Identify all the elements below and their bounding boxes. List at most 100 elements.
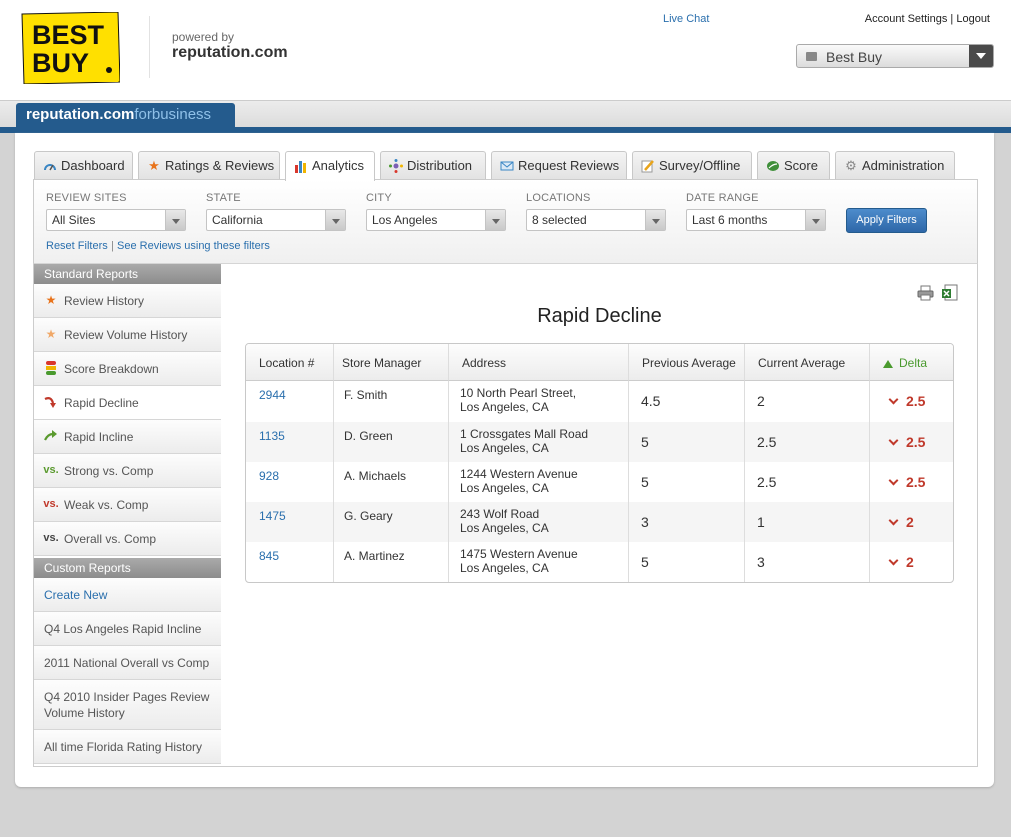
column-header-store-manager[interactable]: Store Manager [334,344,449,381]
sidebar-item-rapid-incline[interactable]: Rapid Incline [34,420,221,454]
sidebar-item-review-history[interactable]: ★ Review History [34,284,221,318]
address-line-2: Los Angeles, CA [460,400,549,414]
column-header-current-average[interactable]: Current Average [745,344,870,381]
distribution-icon [389,159,403,173]
custom-report-item[interactable]: Q4 Los Angeles Rapid Incline [34,612,221,646]
print-icon[interactable] [917,285,934,301]
state-select[interactable]: California [206,209,346,231]
sidebar-item-label: Review History [64,294,145,308]
account-settings-link[interactable]: Account Settings [865,13,948,25]
address-line-1: 1475 Western Avenue [460,547,578,561]
chevron-down-icon [888,435,899,446]
vs-weak-icon: vs. [43,498,59,510]
column-header-previous-average[interactable]: Previous Average [629,344,745,381]
powered-by-label: powered by [172,30,235,44]
pencil-icon [641,159,655,173]
tab-dashboard[interactable]: Dashboard [34,151,133,180]
sidebar-item-review-volume-history[interactable]: ★ Review Volume History [34,318,221,352]
logout-link[interactable]: Logout [956,13,990,25]
delta-value: 2.5 [906,434,926,450]
location-link[interactable]: 928 [246,462,334,502]
gear-icon: ⚙ [845,158,857,173]
column-header-location[interactable]: Location # [246,344,334,381]
previous-average-cell: 5 [629,422,745,462]
date-range-select[interactable]: Last 6 months [686,209,826,231]
decline-arrow-icon [44,395,58,409]
live-chat-link[interactable]: Live Chat [663,13,709,25]
see-reviews-link[interactable]: See Reviews using these filters [117,240,270,252]
custom-report-item[interactable]: All time Florida Rating History [34,730,221,764]
tab-survey-offline[interactable]: Survey/Offline [632,151,752,180]
table-row: 928 A. Michaels 1244 Western Avenue Los Ang… [246,462,953,502]
store-manager-cell: A. Martinez [334,542,449,582]
previous-average-cell: 5 [629,462,745,502]
sidebar-item-score-breakdown[interactable]: Score Breakdown [34,352,221,386]
date-range-value: Last 6 months [692,213,768,227]
report-table: Location # Store Manager Address Previou… [245,343,954,583]
tab-distribution[interactable]: Distribution [380,151,486,180]
best-buy-logo[interactable]: BEST BUY [18,12,120,84]
excel-export-icon[interactable] [941,284,959,302]
incline-arrow-icon [44,429,58,443]
delta-value: 2 [906,514,914,530]
delta-value: 2 [906,554,914,570]
score-leaf-icon [766,159,780,173]
chevron-down-icon [888,475,899,486]
sidebar-item-label: Rapid Decline [64,396,139,410]
chevron-down-icon[interactable] [969,45,993,67]
create-new-report-link[interactable]: Create New [34,578,221,612]
review-sites-select[interactable]: All Sites [46,209,186,231]
delta-value: 2.5 [906,393,926,409]
chevron-down-icon [888,515,899,526]
address-line-2: Los Angeles, CA [460,561,549,575]
sidebar-item-label: Rapid Incline [64,430,134,444]
location-link[interactable]: 845 [246,542,334,582]
store-manager-cell: A. Michaels [334,462,449,502]
business-select[interactable]: Best Buy [796,44,994,68]
tab-score[interactable]: Score [757,151,830,180]
tab-analytics[interactable]: Analytics [285,151,375,181]
header-divider [149,16,150,78]
tab-label: Dashboard [61,158,125,173]
delta-cell: 2.5 [870,462,953,502]
chevron-down-icon[interactable] [645,210,665,230]
column-header-delta[interactable]: Delta [870,344,953,381]
sidebar-item-weak-vs-comp[interactable]: vs. Weak vs. Comp [34,488,221,522]
account-links-separator: | [950,13,954,25]
delta-value: 2.5 [906,474,926,490]
tab-ratings-reviews[interactable]: ★ Ratings & Reviews [138,151,280,180]
apply-filters-button[interactable]: Apply Filters [846,208,927,233]
location-link[interactable]: 2944 [246,381,334,422]
sidebar-item-overall-vs-comp[interactable]: vs. Overall vs. Comp [34,522,221,556]
current-average-cell: 2.5 [745,462,870,502]
sidebar-item-label: Review Volume History [64,328,188,342]
chevron-down-icon[interactable] [325,210,345,230]
store-manager-cell: D. Green [334,422,449,462]
custom-reports-header: Custom Reports [34,558,221,578]
address-line-1: 10 North Pearl Street, [460,386,577,400]
reputation-wordmark: reputation.com [172,44,288,61]
sidebar-item-strong-vs-comp[interactable]: vs. Strong vs. Comp [34,454,221,488]
locations-value: 8 selected [532,213,587,227]
reset-filters-link[interactable]: Reset Filters [46,240,108,252]
tab-label: Score [784,158,818,173]
address-cell: 1244 Western Avenue Los Angeles, CA [449,462,629,502]
chevron-down-icon[interactable] [165,210,185,230]
location-link[interactable]: 1475 [246,502,334,542]
column-header-address[interactable]: Address [449,344,629,381]
location-link[interactable]: 1135 [246,422,334,462]
tab-request-reviews[interactable]: Request Reviews [491,151,627,180]
table-row: 845 A. Martinez 1475 Western Avenue Los Ang… [246,542,953,582]
chevron-down-icon[interactable] [805,210,825,230]
chevron-down-icon[interactable] [485,210,505,230]
custom-report-item[interactable]: 2011 National Overall vs Comp [34,646,221,680]
address-line-2: Los Angeles, CA [460,441,549,455]
envelope-icon [500,159,514,173]
custom-report-item[interactable]: Q4 2010 Insider Pages Review Volume Hist… [34,680,221,730]
city-select[interactable]: Los Angeles [366,209,506,231]
tab-administration[interactable]: ⚙ Administration [835,151,955,180]
tab-label: Ratings & Reviews [165,158,275,173]
tab-label: Request Reviews [518,158,620,173]
sidebar-item-rapid-decline[interactable]: Rapid Decline [34,386,221,420]
locations-select[interactable]: 8 selected [526,209,666,231]
